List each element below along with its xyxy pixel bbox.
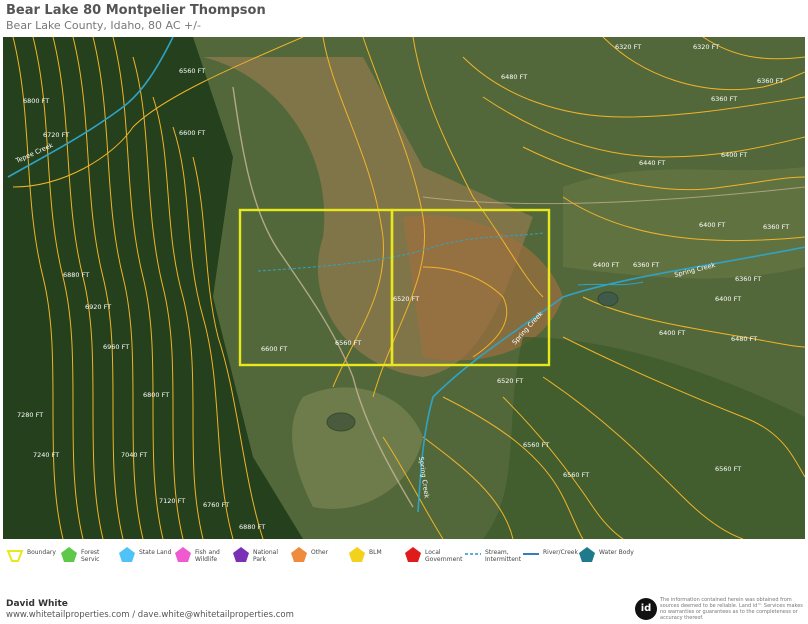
contour-label: 6320 FT <box>615 43 641 51</box>
map-title: Bear Lake 80 Montpelier Thompson <box>6 3 266 18</box>
legend-label: National Park <box>253 549 279 563</box>
contour-label: 6560 FT <box>335 339 361 347</box>
legend-item-blm: BLM <box>348 545 405 563</box>
legend-item-boundary: Boundary <box>6 545 63 563</box>
legend-label: State Land <box>139 549 172 556</box>
legend-label: Boundary <box>27 549 56 556</box>
contour-label: 7280 FT <box>17 411 43 419</box>
contour-label: 6520 FT <box>497 377 523 385</box>
legend-item-forest-service: Forest Servic <box>60 545 117 563</box>
legend-item-stream-intermittent: Stream, Intermittent <box>464 545 521 563</box>
legend-label: Other <box>311 549 329 556</box>
stream-intermittent-icon <box>465 553 481 555</box>
agent-contact[interactable]: www.whitetailproperties.com / dave.white… <box>6 610 294 620</box>
contour-label: 6560 FT <box>715 465 741 473</box>
contour-label: 6400 FT <box>593 261 619 269</box>
contour-label: 6400 FT <box>715 295 741 303</box>
map-canvas[interactable]: Tepee Creek Spring Creek Spring Creek Sp… <box>3 37 805 539</box>
disclaimer-text: The information contained herein was obt… <box>660 597 803 621</box>
contour-label: 6360 FT <box>633 261 659 269</box>
contour-label: 7120 FT <box>159 497 185 505</box>
contour-label: 6480 FT <box>731 335 757 343</box>
agent-name: David White <box>6 599 68 609</box>
legend-label: River/Creek <box>543 549 578 556</box>
contour-label: 7040 FT <box>121 451 147 459</box>
contour-label: 6480 FT <box>501 73 527 81</box>
national-park-icon <box>233 547 249 562</box>
land-id-logo: id <box>635 598 657 620</box>
legend-item-fish-wildlife: Fish and Wildlife <box>174 545 231 563</box>
contour-label: 6880 FT <box>239 523 265 531</box>
state-land-icon <box>119 547 135 562</box>
contour-label: 6800 FT <box>143 391 169 399</box>
contour-label: 6360 FT <box>763 223 789 231</box>
fish-wildlife-icon <box>175 547 191 562</box>
local-government-icon <box>405 547 421 562</box>
contour-label: 6920 FT <box>85 303 111 311</box>
contour-label: 6600 FT <box>179 129 205 137</box>
contour-label: 6400 FT <box>699 221 725 229</box>
boundary-icon <box>6 550 24 562</box>
legend-item-water-body: Water Body <box>578 545 635 563</box>
other-icon <box>291 547 307 562</box>
legend-item-local-government: Local Government <box>404 545 463 563</box>
legend-label: Local Government <box>425 549 463 563</box>
map-legend: Boundary Forest Servic State Land Fish a… <box>4 545 804 575</box>
legend-item-national-park: National Park <box>232 545 289 563</box>
legend-label: Forest Servic <box>81 549 100 563</box>
forest-service-icon <box>61 547 77 562</box>
contour-label: 6440 FT <box>639 159 665 167</box>
legend-label: Water Body <box>599 549 634 556</box>
contour-label: 6880 FT <box>63 271 89 279</box>
map-viewport[interactable]: Tepee Creek Spring Creek Spring Creek Sp… <box>3 37 805 539</box>
contour-label: 6360 FT <box>711 95 737 103</box>
map-subtitle: Bear Lake County, Idaho, 80 AC +/- <box>6 19 201 32</box>
contour-label: 6760 FT <box>203 501 229 509</box>
river-creek-icon <box>523 553 539 555</box>
blm-icon <box>349 547 365 562</box>
legend-label: BLM <box>369 549 382 556</box>
contour-label: 6720 FT <box>43 131 69 139</box>
pond <box>597 291 619 307</box>
contour-label: 6360 FT <box>757 77 783 85</box>
legend-label: Stream, Intermittent <box>485 549 522 563</box>
contour-label: 6560 FT <box>563 471 589 479</box>
contour-label: 7240 FT <box>33 451 59 459</box>
contour-label: 6600 FT <box>261 345 287 353</box>
legend-item-river-creek: River/Creek <box>522 545 579 563</box>
contour-label: 6960 FT <box>103 343 129 351</box>
contour-label: 6400 FT <box>721 151 747 159</box>
small-pond <box>326 412 356 432</box>
contour-label: 6560 FT <box>179 67 205 75</box>
contour-label: 6360 FT <box>735 275 761 283</box>
legend-item-other: Other <box>290 545 347 563</box>
legend-item-state-land: State Land <box>118 545 175 563</box>
contour-label: 6320 FT <box>693 43 719 51</box>
contour-label: 6800 FT <box>23 97 49 105</box>
contour-label: 6560 FT <box>523 441 549 449</box>
contour-label: 6520 FT <box>393 295 419 303</box>
water-body-icon <box>579 547 595 562</box>
contour-label: 6400 FT <box>659 329 685 337</box>
legend-label: Fish and Wildlife <box>195 549 220 563</box>
